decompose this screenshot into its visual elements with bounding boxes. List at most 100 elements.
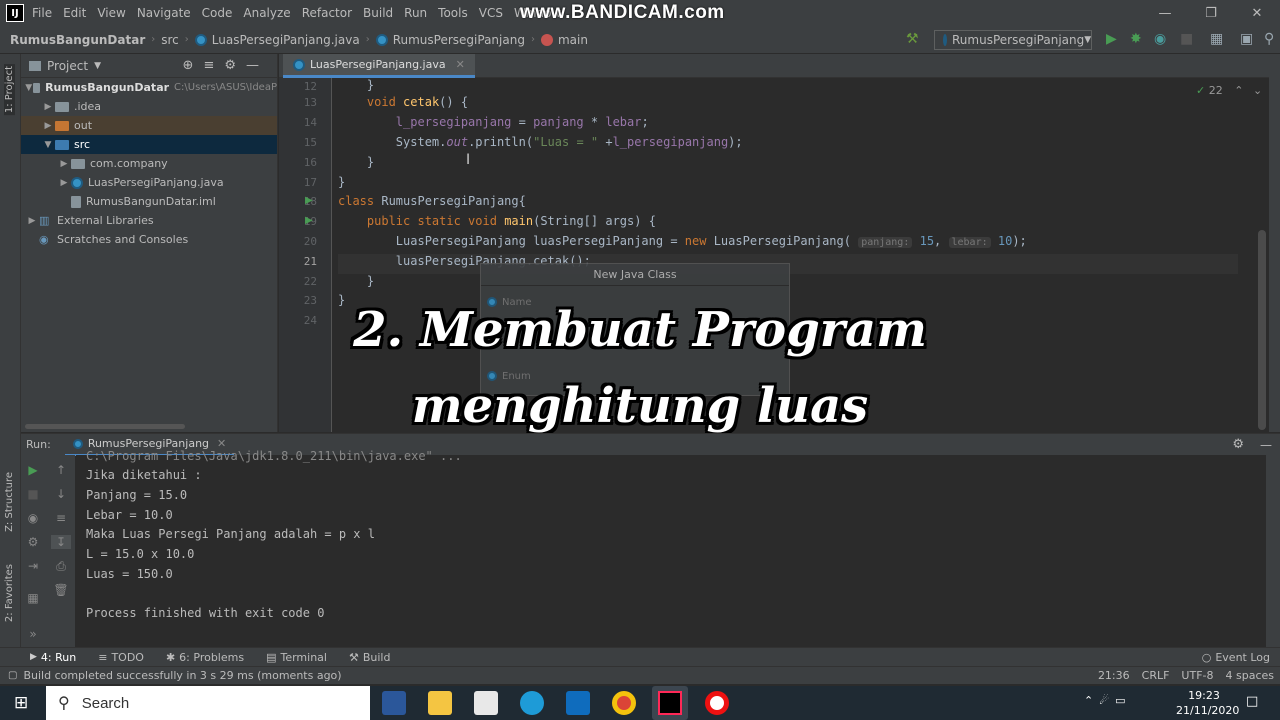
chevron-down-icon[interactable]: ▼ xyxy=(41,140,55,150)
project-view-select[interactable]: Project xyxy=(47,59,88,73)
maximize-icon[interactable]: ❐ xyxy=(1188,6,1234,21)
console-scrollbar[interactable] xyxy=(1266,455,1280,650)
tree-item-src[interactable]: ▼ src xyxy=(21,135,277,154)
mail-app-icon[interactable] xyxy=(566,691,590,715)
stop-icon[interactable]: ■ xyxy=(1180,31,1193,47)
tab-todo[interactable]: ≡ TODO xyxy=(98,651,144,664)
windows-start-icon[interactable]: ⊞ xyxy=(14,693,28,713)
print-icon[interactable]: ⎙ xyxy=(51,559,71,574)
word-app-icon[interactable] xyxy=(382,691,406,715)
chevron-down-icon[interactable]: ⌄ xyxy=(1253,84,1262,97)
exit-icon[interactable]: ⇥ xyxy=(23,559,43,573)
tab-problems[interactable]: ✱ 6: Problems xyxy=(166,651,244,664)
store-app-icon[interactable] xyxy=(474,691,498,715)
breadcrumb-project[interactable]: RumusBangunDatar xyxy=(10,33,145,47)
notification-icon[interactable]: □ xyxy=(1246,694,1258,709)
tree-item-java-file[interactable]: ▶ LuasPersegiPanjang.java xyxy=(21,173,277,192)
menu-run[interactable]: Run xyxy=(404,6,427,20)
more-icon[interactable]: » xyxy=(23,627,43,641)
gear-icon[interactable]: ⚙ xyxy=(1232,437,1244,452)
bandicam-app-icon[interactable] xyxy=(705,691,729,715)
console-output[interactable]: C:\Program Files\Java\jdk1.8.0_211\bin\j… xyxy=(76,449,1266,650)
close-tab-icon[interactable]: ✕ xyxy=(456,58,465,71)
layout-icon[interactable]: ▣ xyxy=(1240,31,1253,47)
edge-browser-icon[interactable] xyxy=(520,691,544,715)
editor-scrollbar[interactable] xyxy=(1258,230,1266,430)
menu-file[interactable]: File xyxy=(32,6,52,20)
tab-build[interactable]: ⚒ Build xyxy=(349,651,391,664)
layout-icon[interactable]: ▦ xyxy=(23,591,43,605)
indent-setting[interactable]: 4 spaces xyxy=(1226,669,1275,682)
scroll-to-end-icon[interactable]: ↧ xyxy=(51,535,71,549)
breadcrumb-file-label: LuasPersegiPanjang.java xyxy=(211,32,360,47)
intellij-taskbar-slot[interactable] xyxy=(652,686,688,720)
breadcrumb-method[interactable]: main xyxy=(540,33,588,47)
chevron-right-icon[interactable]: ▶ xyxy=(25,216,39,226)
project-tool-tab[interactable]: 1: Project xyxy=(4,64,15,116)
chevron-right-icon[interactable]: ▶ xyxy=(41,121,55,131)
build-hammer-icon[interactable]: ⚒ xyxy=(906,31,919,47)
tab-run[interactable]: ▶ 4: Run xyxy=(30,651,76,664)
menu-analyze[interactable]: Analyze xyxy=(243,6,290,20)
tree-item-external-libraries[interactable]: ▶ ▥ External Libraries xyxy=(21,211,277,230)
horizontal-scrollbar[interactable] xyxy=(25,424,185,429)
menu-vcs[interactable]: VCS xyxy=(479,6,503,20)
menu-edit[interactable]: Edit xyxy=(63,6,86,20)
chevron-up-icon[interactable]: ⌃ xyxy=(1234,84,1243,97)
panel-actions-icon[interactable]: ⊕≡⚙— xyxy=(183,58,269,73)
tree-item-scratches[interactable]: ◉ Scratches and Consoles xyxy=(21,230,277,249)
project-structure-icon[interactable]: ▦ xyxy=(1210,31,1223,47)
favorites-tool-tab[interactable]: 2: Favorites xyxy=(4,564,15,622)
tab-terminal[interactable]: ▤ Terminal xyxy=(266,651,327,664)
stop-icon[interactable]: ■ xyxy=(23,487,43,501)
settings-icon[interactable]: ⚙ xyxy=(23,535,43,549)
chrome-browser-icon[interactable] xyxy=(612,691,636,715)
menu-build[interactable]: Build xyxy=(363,6,393,20)
editor-tab-active[interactable]: LuasPersegiPanjang.java ✕ xyxy=(283,54,475,78)
tree-item-idea[interactable]: ▶ .idea xyxy=(21,97,277,116)
inspection-widget[interactable]: ✓ 22 ⌃ ⌄ xyxy=(1196,84,1262,97)
tree-root[interactable]: ▼ RumusBangunDatar C:\Users\ASUS\IdeaP xyxy=(21,78,277,97)
run-gutter-icon[interactable]: ▶ xyxy=(305,195,313,206)
taskbar-search[interactable]: ⚲ Search xyxy=(46,686,370,720)
menu-refactor[interactable]: Refactor xyxy=(302,6,352,20)
event-log[interactable]: ○ Event Log xyxy=(1202,651,1270,664)
minimize-panel-icon[interactable]: — xyxy=(1260,438,1272,452)
breadcrumb-class[interactable]: RumusPersegiPanjang xyxy=(375,33,525,47)
menu-navigate[interactable]: Navigate xyxy=(137,6,191,20)
chevron-right-icon[interactable]: ▶ xyxy=(57,159,71,169)
caret-position[interactable]: 21:36 xyxy=(1098,669,1130,682)
rerun-icon[interactable]: ▶ xyxy=(23,463,43,477)
menu-tools[interactable]: Tools xyxy=(438,6,468,20)
debug-icon[interactable]: ✸ xyxy=(1130,31,1142,47)
clock[interactable]: 19:23 21/11/2020 xyxy=(1176,688,1239,718)
run-icon[interactable]: ▶ xyxy=(1106,31,1117,47)
tree-item-iml[interactable]: RumusBangunDatar.iml xyxy=(21,192,277,211)
system-tray-icons[interactable]: ⌃☄▭ xyxy=(1084,694,1131,707)
arrow-down-icon[interactable]: ↓ xyxy=(51,487,71,501)
coverage-icon[interactable]: ◉ xyxy=(1154,31,1166,47)
tree-item-out[interactable]: ▶ out xyxy=(21,116,277,135)
file-explorer-icon[interactable] xyxy=(428,691,452,715)
run-configuration-select[interactable]: RumusPersegiPanjang ▼ xyxy=(934,30,1092,50)
chevron-right-icon[interactable]: ▶ xyxy=(41,102,55,112)
chevron-right-icon[interactable]: ▶ xyxy=(57,178,71,188)
search-everywhere-icon[interactable]: ⚲ xyxy=(1264,31,1274,47)
arrow-up-icon[interactable]: ↑ xyxy=(51,463,71,477)
chevron-down-icon[interactable]: ▼ xyxy=(25,83,33,93)
camera-icon[interactable]: ◉ xyxy=(23,511,43,525)
breadcrumb-file[interactable]: LuasPersegiPanjang.java xyxy=(194,32,360,47)
file-encoding[interactable]: UTF-8 xyxy=(1181,669,1213,682)
menu-view[interactable]: View xyxy=(97,6,125,20)
structure-tool-tab[interactable]: Z: Structure xyxy=(4,472,15,532)
close-icon[interactable]: ✕ xyxy=(1234,6,1280,21)
trash-icon[interactable]: 🗑 xyxy=(51,583,71,597)
breadcrumb-src[interactable]: src xyxy=(161,33,179,47)
soft-wrap-icon[interactable]: ≡ xyxy=(51,511,71,525)
run-gutter-icon[interactable]: ▶ xyxy=(305,215,313,226)
chevron-down-icon[interactable]: ▼ xyxy=(94,61,101,71)
tree-item-package[interactable]: ▶ com.company xyxy=(21,154,277,173)
minimize-icon[interactable]: — xyxy=(1142,6,1188,21)
menu-code[interactable]: Code xyxy=(202,6,233,20)
line-separator[interactable]: CRLF xyxy=(1142,669,1170,682)
